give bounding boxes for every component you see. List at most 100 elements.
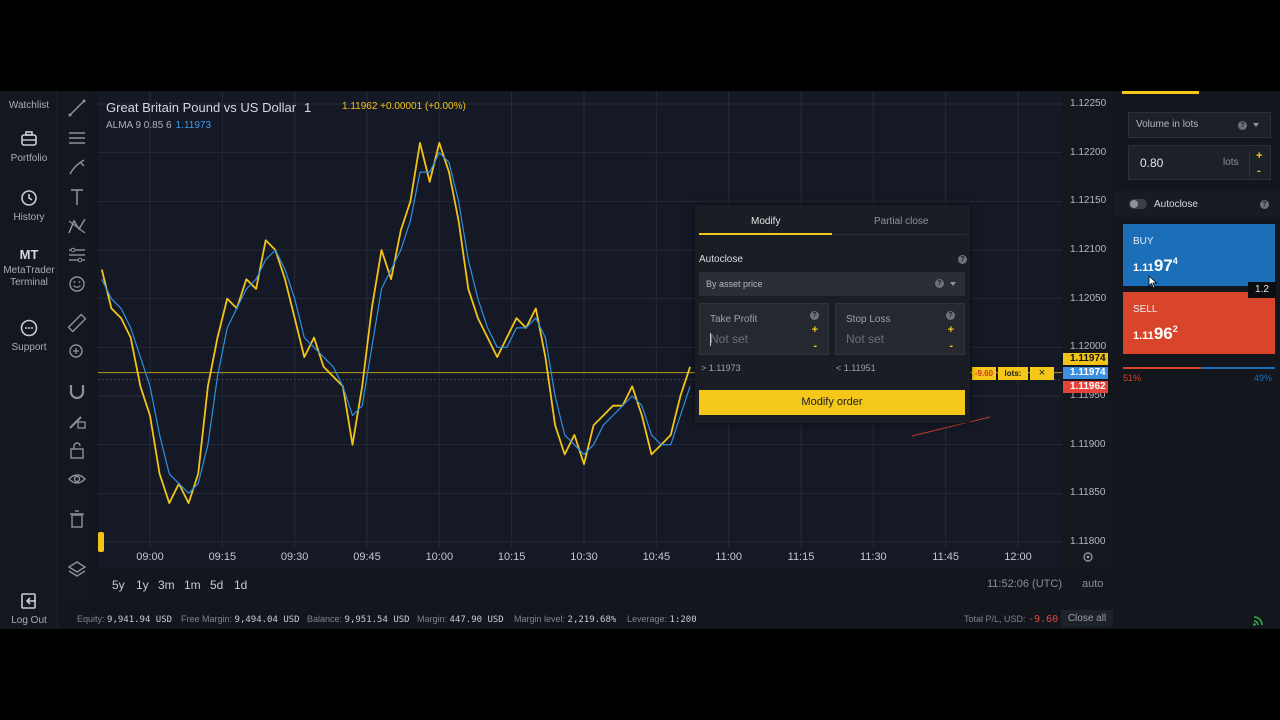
connection-icon bbox=[1253, 616, 1263, 626]
range-3m[interactable]: 3m bbox=[158, 578, 175, 592]
modify-order-button[interactable]: Modify order bbox=[699, 390, 965, 415]
pencil-lock-icon[interactable] bbox=[66, 410, 88, 432]
range-1y[interactable]: 1y bbox=[136, 578, 149, 592]
volume-decrease-button[interactable]: - bbox=[1257, 165, 1261, 177]
close-all-button[interactable]: Close all bbox=[1061, 610, 1113, 627]
buy-price-fraction: 4 bbox=[1172, 256, 1178, 266]
nav-history-label: History bbox=[13, 212, 45, 223]
help-icon[interactable]: ? bbox=[958, 255, 967, 264]
volume-mode-select[interactable]: Volume in lots ? bbox=[1128, 112, 1271, 138]
price-axis[interactable]: 1.12250 1.12200 1.12150 1.12100 1.12050 1.120… bbox=[1062, 91, 1112, 569]
sell-button[interactable]: SELL 1.11962 bbox=[1123, 292, 1275, 354]
nav-logout[interactable]: Log Out bbox=[0, 591, 58, 627]
buy-price: 1.11974 bbox=[1133, 256, 1178, 276]
trash-icon[interactable] bbox=[66, 508, 88, 530]
modify-tabs: Modify Partial close bbox=[699, 205, 967, 235]
time-axis[interactable]: 09:00 09:15 09:30 09:45 10:00 10:15 10:30 10:45… bbox=[98, 547, 1062, 569]
tab-partial-close[interactable]: Partial close bbox=[874, 216, 928, 227]
trend-line-icon[interactable] bbox=[66, 97, 88, 119]
eye-icon[interactable] bbox=[66, 468, 88, 490]
free-margin-stat: Free Margin: 9,494.04 USD bbox=[181, 614, 300, 625]
text-icon[interactable] bbox=[66, 186, 88, 208]
margin-level-label: Margin level: bbox=[514, 614, 566, 624]
stop-loss-increase-button[interactable]: + bbox=[948, 324, 954, 336]
free-margin-label: Free Margin: bbox=[181, 614, 233, 624]
instrument-name: Great Britain Pound vs US Dollar bbox=[106, 100, 297, 115]
settings-lines-icon[interactable] bbox=[66, 244, 88, 266]
autoclose-toggle[interactable] bbox=[1129, 199, 1147, 209]
volume-increase-button[interactable]: + bbox=[1256, 150, 1262, 162]
free-margin-value: 9,494.04 USD bbox=[234, 615, 300, 625]
stop-loss-input[interactable]: Not set bbox=[846, 332, 884, 346]
total-pl-stat: Total P/L, USD: -9.60 bbox=[964, 614, 1058, 625]
balance-value: 9,951.54 USD bbox=[344, 615, 410, 625]
gear-icon[interactable] bbox=[1081, 550, 1095, 564]
take-profit-field[interactable]: Take Profit ? Not set + - bbox=[699, 303, 829, 355]
range-1m[interactable]: 1m bbox=[184, 578, 201, 592]
time-tick-label: 11:15 bbox=[787, 551, 815, 563]
pattern-icon[interactable] bbox=[66, 215, 88, 237]
chevron-down-icon bbox=[1253, 123, 1259, 127]
help-icon[interactable]: ? bbox=[1260, 200, 1269, 209]
buy-button[interactable]: BUY 1.11974 bbox=[1123, 224, 1275, 289]
horizontal-lines-icon[interactable] bbox=[66, 127, 88, 149]
buy-sentiment-percent: 49% bbox=[1254, 373, 1273, 383]
smiley-icon[interactable] bbox=[66, 273, 88, 295]
zoom-in-icon[interactable] bbox=[66, 341, 88, 363]
indicator-legend[interactable]: ALMA 9 0.85 6 1.11973 bbox=[106, 120, 211, 131]
nav-watchlist-label: Watchlist bbox=[8, 100, 50, 111]
price-tick-label: 1.11850 bbox=[1070, 487, 1106, 499]
volume-value[interactable]: 0.80 bbox=[1140, 156, 1163, 170]
range-5y[interactable]: 5y bbox=[112, 578, 125, 592]
account-status-bar: Equity: 9,941.94 USD Free Margin: 9,494.… bbox=[58, 605, 1280, 629]
stop-loss-label: Stop Loss bbox=[846, 314, 891, 325]
take-profit-increase-button[interactable]: + bbox=[812, 324, 818, 336]
take-profit-decrease-button[interactable]: - bbox=[813, 340, 817, 352]
total-pl-value: -9.60 bbox=[1028, 614, 1059, 625]
layers-icon[interactable] bbox=[66, 558, 88, 580]
stop-loss-field[interactable]: Stop Loss ? Not set + - bbox=[835, 303, 965, 355]
range-5d[interactable]: 5d bbox=[210, 578, 223, 592]
timeframe-label[interactable]: 1 bbox=[304, 100, 311, 115]
auto-scale-toggle[interactable]: auto bbox=[1082, 578, 1103, 590]
margin-level-stat: Margin level: 2,219.68% bbox=[514, 614, 616, 625]
indicator-value: 1.11973 bbox=[175, 120, 212, 131]
total-pl-label: Total P/L, USD: bbox=[964, 614, 1026, 624]
nav-logout-label: Log Out bbox=[11, 615, 47, 626]
price-tick-label: 1.11900 bbox=[1070, 438, 1106, 450]
autoclose-mode-select[interactable]: By asset price ? bbox=[699, 272, 965, 296]
stop-loss-decrease-button[interactable]: - bbox=[949, 340, 953, 352]
price-tick-label: 1.12250 bbox=[1070, 98, 1107, 109]
left-navigation: Watchlist Portfolio History MT MetaTrade… bbox=[0, 91, 58, 629]
help-icon[interactable]: ? bbox=[1238, 121, 1247, 130]
time-tick-label: 11:45 bbox=[932, 551, 960, 563]
alma-price-tag: 1.11974 bbox=[1063, 352, 1108, 365]
trading-app: Watchlist Portfolio History MT MetaTrade… bbox=[0, 91, 1280, 629]
equity-label: Equity: bbox=[77, 614, 105, 624]
take-profit-input[interactable]: Not set bbox=[710, 332, 748, 346]
sell-label: SELL bbox=[1133, 304, 1158, 315]
leverage-stat: Leverage: 1:200 bbox=[627, 614, 697, 625]
server-clock: 11:52:06 (UTC) bbox=[987, 578, 1062, 590]
nav-watchlist[interactable]: Watchlist bbox=[0, 100, 58, 112]
nav-metatrader[interactable]: MT MetaTrader Terminal bbox=[0, 248, 58, 289]
close-position-icon[interactable]: × bbox=[1030, 367, 1054, 380]
time-tick-label: 09:15 bbox=[208, 551, 237, 563]
range-1d[interactable]: 1d bbox=[234, 578, 247, 592]
help-icon[interactable]: ? bbox=[946, 311, 955, 320]
nav-history[interactable]: History bbox=[0, 188, 58, 224]
help-icon[interactable]: ? bbox=[810, 311, 819, 320]
sell-price-fraction: 2 bbox=[1172, 324, 1178, 334]
brush-icon[interactable] bbox=[66, 156, 88, 178]
volume-input[interactable]: 0.80 lots + - bbox=[1128, 145, 1271, 180]
nav-support[interactable]: Support bbox=[0, 318, 58, 354]
lock-icon[interactable] bbox=[66, 439, 88, 461]
tab-modify[interactable]: Modify bbox=[751, 216, 780, 227]
bid-price-tag: 1.11962 bbox=[1063, 380, 1108, 393]
autoclose-label: Autoclose bbox=[1154, 199, 1198, 210]
magnet-icon[interactable] bbox=[66, 380, 88, 402]
ruler-icon[interactable] bbox=[66, 312, 88, 334]
equity-value: 9,941.94 USD bbox=[107, 615, 173, 625]
help-icon[interactable]: ? bbox=[935, 279, 944, 288]
nav-portfolio[interactable]: Portfolio bbox=[0, 129, 58, 165]
